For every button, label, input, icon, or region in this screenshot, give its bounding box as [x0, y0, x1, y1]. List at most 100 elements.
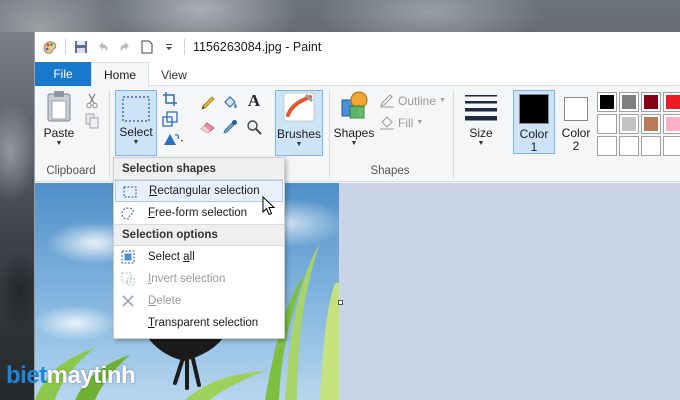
color2-number: 2 [572, 139, 580, 153]
color2-swatch [564, 97, 588, 121]
redo-icon[interactable] [116, 38, 134, 56]
shape-outline-icon [380, 94, 394, 108]
transparent-selection-checkbox [120, 315, 136, 331]
mouse-cursor-icon [262, 196, 276, 216]
paint-app-icon[interactable] [41, 38, 59, 56]
fill-dropdown-caret: ▼ [416, 119, 424, 126]
window-title: 1156263084.jpg - Paint [193, 40, 322, 54]
delete-selection-item[interactable]: Delete [114, 290, 284, 312]
shape-fill-button[interactable]: Fill ▼ [379, 116, 423, 130]
shapes-button[interactable]: Shapes ▼ [333, 90, 375, 148]
transparent-selection-item[interactable]: Transparent selection [114, 312, 284, 334]
selection-shapes-header: Selection shapes [114, 158, 284, 180]
fill-bucket-icon[interactable] [221, 94, 239, 112]
invert-selection-item[interactable]: Invert selection [114, 268, 284, 290]
rectangular-selection-label: Rectangular selection [149, 185, 260, 197]
text-tool-icon[interactable]: A [245, 91, 263, 110]
watermark-logo: bietmaytinh [6, 362, 136, 390]
rectangle-select-icon [122, 96, 150, 122]
color2-button[interactable]: Color 2 [559, 90, 593, 152]
select-all-icon [120, 249, 136, 265]
resize-icon[interactable] [161, 110, 179, 128]
watermark-part1: biet [6, 362, 47, 389]
shapes-icon [341, 91, 368, 119]
freeform-selection-item[interactable]: Free-form selection [114, 202, 284, 224]
palette-swatch[interactable] [641, 92, 661, 112]
palette-swatch[interactable] [597, 114, 617, 134]
brushes-button[interactable]: Brushes ▼ [275, 90, 323, 156]
select-button[interactable]: Select ▼ [115, 90, 157, 156]
selection-options-header: Selection options [114, 224, 284, 246]
select-all-item[interactable]: Select all [114, 246, 284, 268]
eraser-icon[interactable] [199, 118, 217, 136]
magnifier-icon[interactable] [245, 118, 263, 136]
palette-swatch[interactable] [663, 136, 680, 156]
undo-icon[interactable] [94, 38, 112, 56]
cut-icon[interactable] [83, 92, 101, 110]
save-icon[interactable] [72, 38, 90, 56]
size-button[interactable]: Size ▼ [463, 90, 499, 148]
rotate-icon[interactable] [161, 130, 187, 148]
customize-qat-icon[interactable] [160, 38, 178, 56]
shape-fill-icon [380, 116, 394, 130]
palette-swatch[interactable] [619, 92, 639, 112]
color-palette [597, 92, 680, 156]
color1-swatch [519, 94, 549, 124]
shapes-dropdown-caret: ▼ [350, 140, 358, 147]
color1-label: Color [519, 127, 549, 141]
select-all-label: Select all [148, 251, 195, 263]
line-size-icon [465, 95, 497, 121]
color1-number: 1 [530, 140, 538, 154]
size-label: Size [469, 126, 493, 140]
transparent-selection-label: Transparent selection [148, 317, 259, 329]
palette-swatch[interactable] [641, 136, 661, 156]
select-label: Select [119, 125, 153, 139]
palette-swatch[interactable] [619, 114, 639, 134]
brushes-dropdown-caret: ▼ [295, 141, 303, 148]
clipboard-group-label: Clipboard [46, 165, 96, 177]
tab-home[interactable]: Home [91, 62, 149, 87]
freeform-selection-label: Free-form selection [148, 207, 248, 219]
palette-swatch[interactable] [641, 114, 661, 134]
shape-outline-button[interactable]: Outline ▼ [379, 94, 446, 108]
paste-dropdown-caret: ▼ [55, 140, 63, 147]
palette-swatch[interactable] [663, 92, 680, 112]
new-document-icon[interactable] [138, 38, 156, 56]
desktop-background-left [0, 32, 34, 400]
ribbon-separator [453, 90, 454, 178]
ribbon-tab-row: File Home View [35, 62, 680, 87]
rectangular-selection-icon [122, 184, 138, 200]
select-dropdown-caret: ▼ [132, 139, 140, 146]
invert-selection-icon [120, 271, 136, 287]
ribbon-separator [329, 90, 330, 178]
paste-icon [47, 91, 71, 122]
title-bar: 1156263084.jpg - Paint [35, 32, 680, 62]
tab-file[interactable]: File [35, 62, 91, 86]
brushes-label: Brushes [276, 127, 322, 141]
palette-swatch[interactable] [597, 136, 617, 156]
rectangular-selection-item[interactable]: Rectangular selection [115, 180, 283, 202]
watermark-part2: maytinh [46, 362, 136, 389]
pencil-icon[interactable] [199, 94, 217, 112]
shapes-group-label: Shapes [370, 165, 410, 177]
palette-swatch[interactable] [619, 136, 639, 156]
size-dropdown-caret: ▼ [477, 140, 485, 147]
copy-icon[interactable] [83, 112, 101, 130]
crop-icon[interactable] [161, 90, 179, 108]
qat-separator [65, 39, 66, 55]
title-separator [184, 39, 185, 55]
paste-button[interactable]: Paste ▼ [41, 90, 77, 148]
color1-button[interactable]: Color 1 [513, 90, 555, 154]
select-dropdown-menu: Selection shapes Rectangular selection F… [113, 157, 285, 339]
palette-swatch[interactable] [597, 92, 617, 112]
delete-selection-label: Delete [148, 295, 182, 307]
tab-view[interactable]: View [149, 62, 199, 87]
delete-icon [120, 293, 136, 309]
outline-dropdown-caret: ▼ [439, 97, 446, 104]
ribbon-separator [109, 90, 110, 178]
canvas-resize-handle[interactable] [338, 300, 343, 305]
palette-swatch[interactable] [663, 114, 680, 134]
fill-label: Fill [398, 116, 414, 130]
color-picker-icon[interactable] [221, 118, 239, 136]
shapes-label: Shapes [333, 126, 375, 140]
